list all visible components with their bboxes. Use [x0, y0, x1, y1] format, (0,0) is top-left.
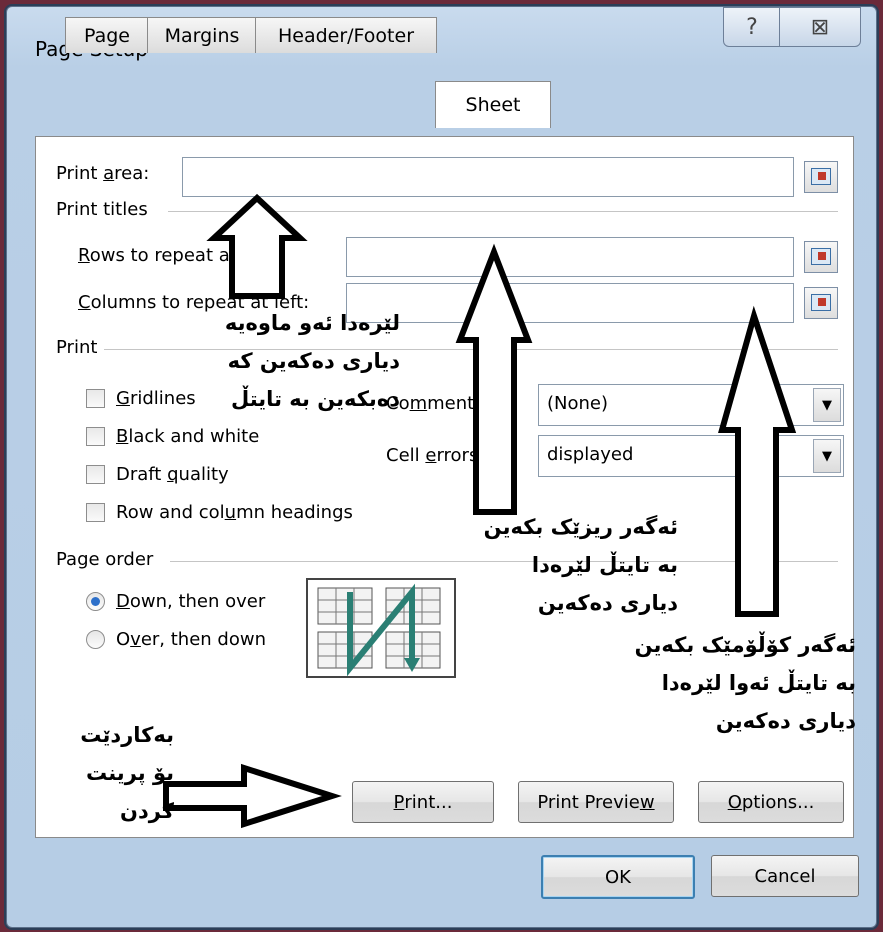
- up-arrow-print-area: [206, 193, 308, 299]
- annotation-rows: ئەگەر ریزێک بکەین بە تایتڵ لێرەدا دیاری …: [483, 515, 678, 615]
- up-arrow-columns: [718, 305, 797, 617]
- tab-sheet-label: Sheet: [465, 94, 521, 116]
- annotation-columns: ئەگەر کۆڵۆمێک بکەین بە تایتڵ ئەوا لێرەدا…: [634, 633, 856, 733]
- annotation-print-button: بەکاردێت بۆ پرینت کردن: [80, 723, 174, 823]
- annotation-print-titles: لێرەدا ئەو ماوەیە دیاری دەکەین کە دەبکەی…: [224, 311, 400, 411]
- up-arrow-rows: [455, 243, 533, 515]
- right-arrow-print: [163, 763, 342, 829]
- tab-sheet[interactable]: Sheet: [435, 81, 551, 128]
